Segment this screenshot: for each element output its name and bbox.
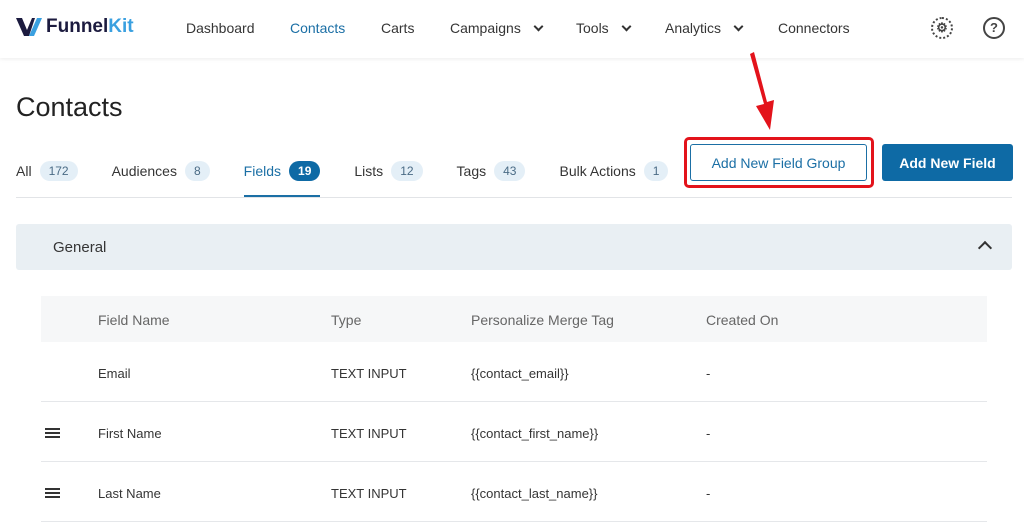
drag-handle-icon[interactable] (45, 488, 60, 498)
count-badge: 8 (184, 161, 210, 181)
chevron-down-icon (733, 21, 744, 31)
nav-campaigns[interactable]: Campaigns (450, 20, 544, 36)
field-name: Last Name (98, 486, 161, 501)
nav-dashboard[interactable]: Dashboard (186, 20, 255, 36)
column-header: Type (331, 312, 362, 328)
funnelkit-logo[interactable]: Funnel Kit (16, 16, 134, 38)
field-type: TEXT INPUT (331, 426, 407, 441)
help-icon[interactable]: ? (983, 17, 1005, 39)
count-badge: 19 (289, 161, 321, 181)
nav-contacts[interactable]: Contacts (290, 20, 345, 36)
merge-tag: {{contact_email}} (471, 366, 569, 381)
tab-label: Fields (243, 163, 282, 179)
nav-label: Contacts (290, 20, 346, 36)
tab-label: Audiences (111, 163, 177, 179)
field-name: First Name (98, 426, 162, 441)
logo-mark-icon (16, 18, 42, 36)
nav-connectors[interactable]: Connectors (778, 20, 850, 36)
nav-label: Carts (381, 20, 415, 36)
nav-label: Tools (576, 20, 609, 36)
tab-label: Bulk Actions (559, 163, 636, 179)
tab-label: Tags (456, 163, 487, 179)
top-nav-bar: Funnel Kit Dashboard Contacts Carts Campa… (0, 0, 1024, 58)
fields-table: Field Name Type Personalize Merge Tag Cr… (41, 296, 987, 522)
count-badge: 43 (494, 161, 526, 181)
merge-tag: {{contact_last_name}} (471, 486, 598, 501)
chevron-down-icon (621, 21, 632, 31)
nav-label: Connectors (778, 20, 850, 36)
nav-label: Campaigns (450, 20, 521, 36)
nav-carts[interactable]: Carts (381, 20, 414, 36)
table-row: First Name TEXT INPUT {{contact_first_na… (41, 402, 987, 462)
add-new-field-group-button[interactable]: Add New Field Group (690, 144, 867, 181)
general-section-header[interactable]: General (16, 224, 1012, 270)
column-header: Field Name (98, 312, 170, 328)
count-badge: 12 (391, 161, 423, 181)
count-badge: 172 (39, 161, 78, 181)
column-header: Personalize Merge Tag (471, 312, 614, 328)
nav-tools[interactable]: Tools (576, 20, 632, 36)
created-on: - (706, 426, 711, 441)
tab-label: Lists (354, 163, 384, 179)
column-header: Created On (706, 312, 779, 328)
table-row: Last Name TEXT INPUT {{contact_last_name… (41, 462, 987, 522)
chevron-up-icon[interactable] (977, 240, 993, 256)
add-new-field-button[interactable]: Add New Field (882, 144, 1013, 181)
field-name: Email (98, 366, 131, 381)
tab-tags[interactable]: Tags 43 (457, 160, 526, 182)
tab-fields[interactable]: Fields 19 (243, 160, 321, 197)
nav-label: Analytics (665, 20, 722, 36)
contacts-tabs: All 172 Audiences 8 Fields 19 Lists 12 Tags 4… (16, 160, 669, 197)
chevron-down-icon (533, 21, 544, 31)
nav-analytics[interactable]: Analytics (665, 20, 744, 36)
field-type: TEXT INPUT (331, 486, 407, 501)
drag-handle-icon[interactable] (45, 428, 60, 438)
count-badge: 1 (643, 161, 669, 181)
page-title: Contacts (16, 92, 123, 122)
table-header: Field Name Type Personalize Merge Tag Cr… (41, 296, 987, 342)
section-title: General (53, 239, 107, 256)
tab-label: All (16, 163, 32, 179)
tabs-divider (16, 197, 1012, 198)
created-on: - (706, 486, 711, 501)
merge-tag: {{contact_first_name}} (471, 426, 599, 441)
gear-icon[interactable]: ⚙ (931, 17, 953, 39)
table-row: Email TEXT INPUT {{contact_email}} - (41, 342, 987, 402)
logo-text-a: Funnel (46, 16, 109, 37)
field-type: TEXT INPUT (331, 366, 407, 381)
nav-label: Dashboard (186, 20, 255, 36)
tab-audiences[interactable]: Audiences 8 (112, 160, 210, 182)
tab-bulk-actions[interactable]: Bulk Actions 1 (559, 160, 669, 182)
tab-lists[interactable]: Lists 12 (354, 160, 423, 182)
red-arrow-annotation (750, 52, 774, 130)
tab-all[interactable]: All 172 (16, 160, 78, 182)
created-on: - (706, 366, 711, 381)
logo-text-b: Kit (108, 16, 134, 37)
